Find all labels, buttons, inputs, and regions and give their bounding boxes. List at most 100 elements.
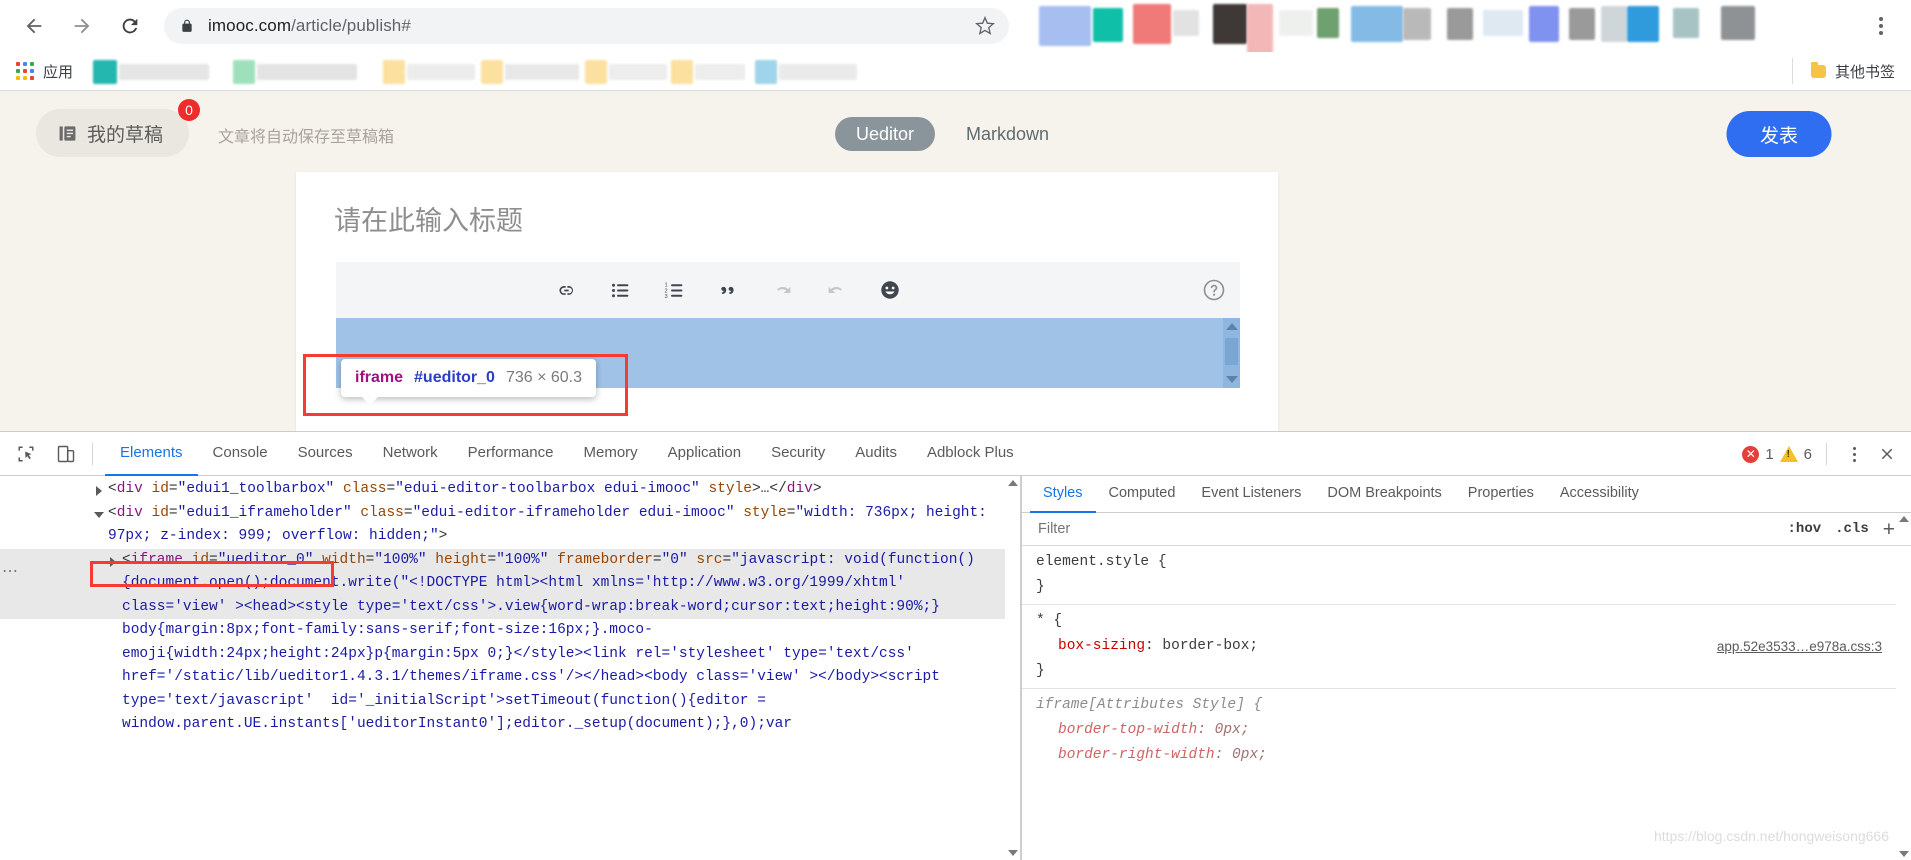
hover-state-toggle[interactable]: :hov <box>1788 521 1822 537</box>
devtools-tab-network[interactable]: Network <box>368 432 453 476</box>
extension-icon[interactable] <box>1627 6 1659 42</box>
bookmark-star-icon[interactable] <box>975 16 995 36</box>
extension-icon[interactable] <box>1351 6 1403 42</box>
scroll-down-arrow-icon[interactable] <box>1007 850 1018 856</box>
dom-tree-pane[interactable]: <div id="edui1_toolbarbox" class="edui-e… <box>0 476 1020 860</box>
scroll-down-arrow-icon[interactable] <box>1225 376 1238 383</box>
bookmark-item[interactable] <box>257 63 358 80</box>
css-selector[interactable]: iframe[Attributes Style] { <box>1036 693 1896 718</box>
styles-tab-event-listeners[interactable]: Event Listeners <box>1188 476 1314 513</box>
bookmark-item[interactable] <box>609 63 668 80</box>
numbered-list-button[interactable]: 1 2 3 <box>654 270 694 310</box>
blockquote-button[interactable] <box>708 270 748 310</box>
extension-icon[interactable] <box>1317 8 1339 38</box>
css-value[interactable]: : 0px; <box>1197 722 1249 738</box>
styles-filter-input[interactable] <box>1036 520 1788 538</box>
bookmark-item[interactable] <box>671 59 694 84</box>
emoji-button[interactable] <box>870 270 910 310</box>
undo-button[interactable] <box>816 270 856 310</box>
scrollbar-thumb[interactable] <box>1225 338 1238 365</box>
my-drafts-button[interactable]: 我的草稿 <box>36 109 190 157</box>
bookmark-item[interactable] <box>383 59 406 84</box>
extension-icon[interactable] <box>1213 4 1247 44</box>
scroll-up-arrow-icon[interactable] <box>1007 480 1018 486</box>
css-value[interactable]: : 0px; <box>1215 747 1267 763</box>
extension-icons-strip[interactable] <box>1021 0 1861 52</box>
css-declaration[interactable]: border-top-width: 0px; <box>1036 718 1896 743</box>
devtools-tab-elements[interactable]: Elements <box>105 432 198 476</box>
scroll-up-arrow-icon[interactable] <box>1898 516 1909 522</box>
tab-ueditor[interactable]: Ueditor <box>835 117 936 151</box>
bookmark-item[interactable] <box>695 63 746 80</box>
devtools-tab-performance[interactable]: Performance <box>453 432 569 476</box>
styles-scrollbar[interactable] <box>1897 514 1910 859</box>
line-iframe-ueditor0[interactable]: <iframe id="ueditor_0" width="100%" heig… <box>0 548 1005 619</box>
bullet-list-button[interactable] <box>600 270 640 310</box>
expand-triangle-closed-icon[interactable] <box>110 556 116 567</box>
warning-badge[interactable]: 6 <box>1779 446 1812 463</box>
bookmark-item[interactable] <box>233 59 256 84</box>
devtools-close-button[interactable] <box>1873 440 1901 468</box>
expand-triangle-open-icon[interactable] <box>94 511 104 518</box>
extension-icon[interactable] <box>1529 6 1559 42</box>
css-value[interactable]: : border-box; <box>1145 638 1258 654</box>
extension-icon[interactable] <box>1403 8 1431 40</box>
extension-icon[interactable] <box>1447 8 1473 40</box>
css-source-link[interactable]: app.52e3533…e978a.css:3 <box>1717 634 1882 659</box>
devtools-tab-audits[interactable]: Audits <box>840 432 912 476</box>
class-toggle[interactable]: .cls <box>1835 521 1869 537</box>
devtools-tab-console[interactable]: Console <box>198 432 283 476</box>
devtools-tab-sources[interactable]: Sources <box>283 432 368 476</box>
apps-shortcut[interactable]: 应用 <box>16 61 73 82</box>
rule-universal[interactable]: * {box-sizing: border-box;} app.52e3533…e… <box>1022 605 1896 689</box>
extension-icon[interactable] <box>1133 4 1171 44</box>
extension-icon[interactable] <box>1569 8 1595 40</box>
styles-tab-computed[interactable]: Computed <box>1096 476 1189 513</box>
inspect-element-button[interactable] <box>12 440 40 468</box>
bookmark-item[interactable] <box>481 59 504 84</box>
styles-tab-properties[interactable]: Properties <box>1455 476 1547 513</box>
devtools-menu-button[interactable] <box>1841 441 1867 467</box>
rule-element-style[interactable]: element.style {} <box>1022 546 1896 605</box>
devtools-tab-adblock-plus[interactable]: Adblock Plus <box>912 432 1029 476</box>
reload-button[interactable] <box>110 6 150 46</box>
other-bookmarks-button[interactable]: 其他书签 <box>1791 58 1895 84</box>
styles-tab-dom-breakpoints[interactable]: DOM Breakpoints <box>1314 476 1454 513</box>
scroll-up-arrow-icon[interactable] <box>1225 323 1238 330</box>
extension-icon[interactable] <box>1483 10 1523 36</box>
devtools-tab-security[interactable]: Security <box>756 432 840 476</box>
back-button[interactable] <box>14 6 54 46</box>
extension-icon[interactable] <box>1673 8 1699 38</box>
link-button[interactable] <box>546 270 586 310</box>
editor-scrollbar[interactable] <box>1223 318 1240 388</box>
line-iframeholder[interactable]: <div id="edui1_iframeholder" class="edui… <box>0 502 1005 549</box>
extension-icon[interactable] <box>1721 6 1755 40</box>
styles-tab-accessibility[interactable]: Accessibility <box>1547 476 1652 513</box>
bookmark-item[interactable] <box>755 59 778 84</box>
bookmark-item[interactable] <box>93 59 118 84</box>
extension-icon[interactable] <box>1601 6 1627 42</box>
help-button[interactable] <box>1202 278 1226 302</box>
styles-tab-styles[interactable]: Styles <box>1030 476 1096 513</box>
new-style-rule-button[interactable]: + <box>1883 519 1895 540</box>
tab-markdown[interactable]: Markdown <box>945 117 1070 151</box>
extension-icon[interactable] <box>1039 6 1091 46</box>
bookmark-item[interactable] <box>407 63 476 80</box>
bookmark-item[interactable] <box>585 59 608 84</box>
css-rules-list[interactable]: element.style {} * {box-sizing: border-bo… <box>1022 546 1896 860</box>
scroll-down-arrow-icon[interactable] <box>1898 851 1909 857</box>
css-selector[interactable]: element.style { <box>1036 550 1896 575</box>
extension-icon[interactable] <box>1093 8 1123 42</box>
publish-button[interactable]: 发表 <box>1726 111 1832 157</box>
extension-icon[interactable] <box>1247 4 1273 52</box>
device-toolbar-button[interactable] <box>52 440 80 468</box>
extension-icon[interactable] <box>1173 10 1199 36</box>
article-title-input[interactable]: 请在此输入标题 <box>334 199 523 238</box>
line-src-cont-2[interactable]: type='text/javascript' id='_initialScrip… <box>0 690 1005 737</box>
bookmark-items-strip[interactable] <box>81 52 1792 91</box>
address-bar[interactable]: imooc.com/article/publish# <box>164 8 1009 44</box>
expand-triangle-closed-icon[interactable] <box>96 486 102 496</box>
forward-button[interactable] <box>62 6 102 46</box>
bookmark-item[interactable] <box>505 63 580 80</box>
line-src-cont-1[interactable]: body{margin:8px;font-family:sans-serif;f… <box>0 619 1005 690</box>
